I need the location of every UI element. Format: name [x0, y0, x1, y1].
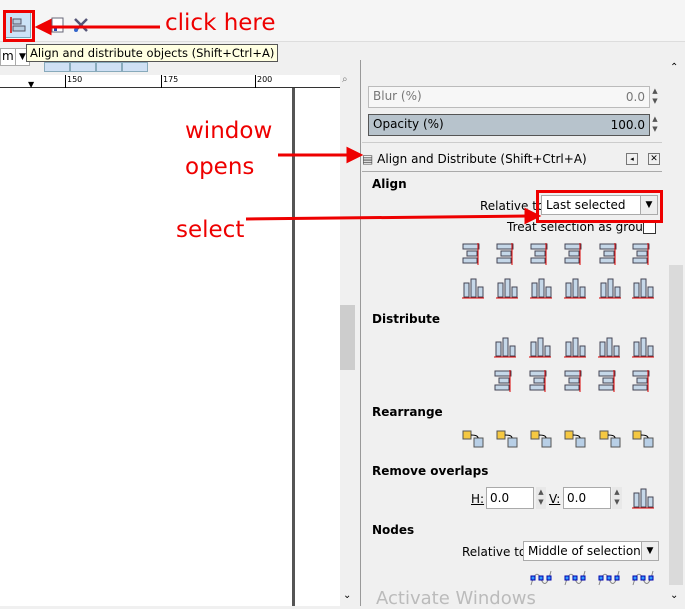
- align-icon: [462, 278, 484, 299]
- distribute-button[interactable]: [527, 334, 553, 360]
- align-icon: [462, 243, 480, 265]
- distribute-icon: [632, 370, 650, 392]
- distribute-button[interactable]: [630, 334, 656, 360]
- arrow-line: [245, 214, 529, 221]
- distribute-icon: [529, 337, 551, 358]
- rearrange-button[interactable]: [562, 426, 588, 452]
- align-icon: [496, 243, 514, 265]
- distribute-button[interactable]: [596, 334, 622, 360]
- align-icon: [530, 243, 548, 265]
- align-button[interactable]: [597, 241, 623, 267]
- tooltip: Align and distribute objects (Shift+Ctrl…: [26, 44, 279, 62]
- node-align-icon: [632, 570, 654, 586]
- node-align-icon: [530, 570, 552, 586]
- arrow-head: [346, 146, 364, 164]
- align-button[interactable]: [630, 241, 656, 267]
- distribute-button[interactable]: [492, 334, 518, 360]
- rearrange-icon: [564, 430, 586, 448]
- distribute-icon: [494, 337, 516, 358]
- align-button[interactable]: [630, 275, 656, 301]
- rearrange-icon: [462, 430, 484, 448]
- distribute-icon: [598, 370, 616, 392]
- node-align-icon: [564, 570, 586, 586]
- rearrange-button[interactable]: [597, 426, 623, 452]
- rearrange-icon: [599, 430, 621, 448]
- rearrange-button[interactable]: [630, 426, 656, 452]
- rearrange-button[interactable]: [528, 426, 554, 452]
- rearrange-icon: [632, 430, 654, 448]
- node-align-button[interactable]: [528, 565, 554, 591]
- align-button[interactable]: [562, 241, 588, 267]
- remove-overlaps-icon: [632, 488, 654, 509]
- align-button[interactable]: [528, 275, 554, 301]
- rearrange-icon: [496, 430, 518, 448]
- annotation-arrows: [34, 18, 542, 225]
- node-align-button[interactable]: [562, 565, 588, 591]
- distribute-button[interactable]: [562, 368, 588, 394]
- rearrange-icon: [530, 430, 552, 448]
- align-icon: [599, 243, 617, 265]
- distribute-icon: [564, 370, 582, 392]
- align-icon: [530, 278, 552, 299]
- distribute-button[interactable]: [562, 334, 588, 360]
- distribute-button[interactable]: [492, 368, 518, 394]
- arrow-head: [524, 207, 542, 225]
- align-button[interactable]: [597, 275, 623, 301]
- node-align-button[interactable]: [630, 565, 656, 591]
- align-button[interactable]: [460, 241, 486, 267]
- node-align-icon: [598, 570, 620, 586]
- distribute-button[interactable]: [596, 368, 622, 394]
- arrow-head: [34, 18, 52, 36]
- align-icon: [496, 278, 518, 299]
- align-icon: [599, 278, 621, 299]
- distribute-icon: [564, 337, 586, 358]
- node-align-button[interactable]: [596, 565, 622, 591]
- distribute-icon: [632, 337, 654, 358]
- align-icon: [632, 278, 654, 299]
- align-button[interactable]: [460, 275, 486, 301]
- align-icon: [632, 243, 650, 265]
- distribute-button[interactable]: [630, 368, 656, 394]
- rearrange-button[interactable]: [494, 426, 520, 452]
- align-button[interactable]: [494, 241, 520, 267]
- align-icon: [564, 278, 586, 299]
- distribute-icon: [529, 370, 547, 392]
- align-button[interactable]: [562, 275, 588, 301]
- distribute-button[interactable]: [527, 368, 553, 394]
- remove-overlaps-button[interactable]: [630, 485, 656, 511]
- align-button[interactable]: [528, 241, 554, 267]
- align-button[interactable]: [494, 275, 520, 301]
- distribute-icon: [598, 337, 620, 358]
- distribute-icon: [494, 370, 512, 392]
- align-icon: [564, 243, 582, 265]
- rearrange-button[interactable]: [460, 426, 486, 452]
